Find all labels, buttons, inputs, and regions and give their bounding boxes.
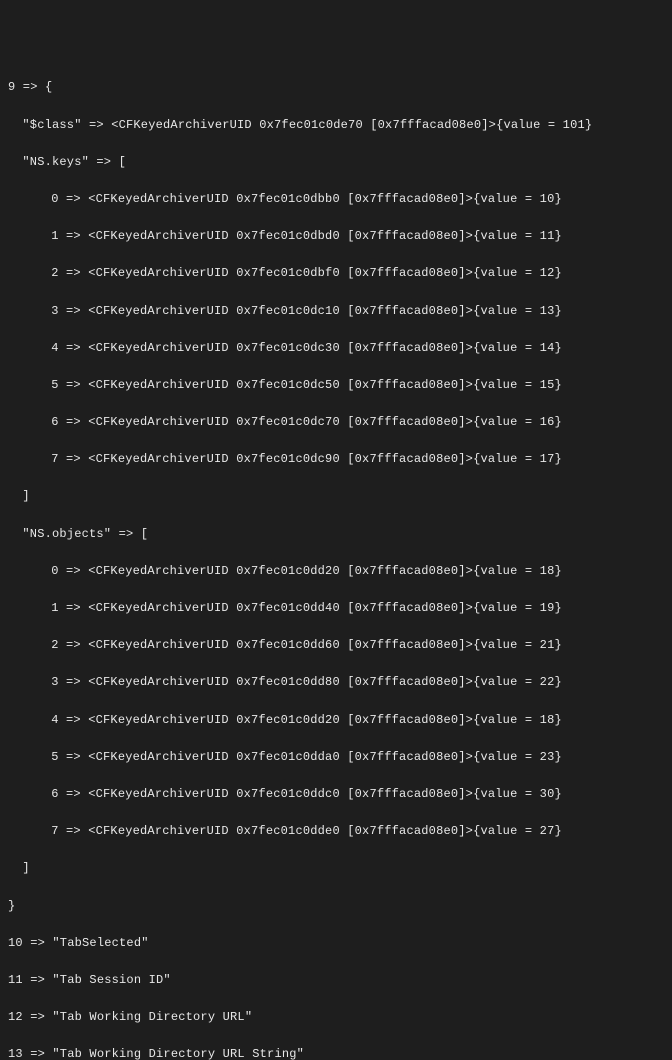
ns-objects-item: 7 => <CFKeyedArchiverUID 0x7fec01c0dde0 … [8, 822, 664, 841]
ns-objects-item: 3 => <CFKeyedArchiverUID 0x7fec01c0dd80 … [8, 673, 664, 692]
entry-line: 11 => "Tab Session ID" [8, 971, 664, 990]
ns-keys-item: 6 => <CFKeyedArchiverUID 0x7fec01c0dc70 … [8, 413, 664, 432]
class-line: "$class" => <CFKeyedArchiverUID 0x7fec01… [8, 116, 664, 135]
dict-open: 9 => { [8, 78, 664, 97]
ns-objects-item: 4 => <CFKeyedArchiverUID 0x7fec01c0dd20 … [8, 711, 664, 730]
entry-line: 10 => "TabSelected" [8, 934, 664, 953]
ns-objects-open: "NS.objects" => [ [8, 525, 664, 544]
ns-keys-item: 0 => <CFKeyedArchiverUID 0x7fec01c0dbb0 … [8, 190, 664, 209]
ns-keys-close: ] [8, 487, 664, 506]
ns-keys-item: 2 => <CFKeyedArchiverUID 0x7fec01c0dbf0 … [8, 264, 664, 283]
entry-line: 12 => "Tab Working Directory URL" [8, 1008, 664, 1027]
ns-keys-open: "NS.keys" => [ [8, 153, 664, 172]
ns-keys-item: 3 => <CFKeyedArchiverUID 0x7fec01c0dc10 … [8, 302, 664, 321]
ns-keys-item: 7 => <CFKeyedArchiverUID 0x7fec01c0dc90 … [8, 450, 664, 469]
ns-objects-item: 2 => <CFKeyedArchiverUID 0x7fec01c0dd60 … [8, 636, 664, 655]
ns-keys-item: 4 => <CFKeyedArchiverUID 0x7fec01c0dc30 … [8, 339, 664, 358]
ns-objects-item: 5 => <CFKeyedArchiverUID 0x7fec01c0dda0 … [8, 748, 664, 767]
dict-close: } [8, 897, 664, 916]
ns-keys-item: 1 => <CFKeyedArchiverUID 0x7fec01c0dbd0 … [8, 227, 664, 246]
ns-objects-close: ] [8, 859, 664, 878]
entry-line: 13 => "Tab Working Directory URL String" [8, 1045, 664, 1060]
ns-objects-item: 1 => <CFKeyedArchiverUID 0x7fec01c0dd40 … [8, 599, 664, 618]
ns-keys-item: 5 => <CFKeyedArchiverUID 0x7fec01c0dc50 … [8, 376, 664, 395]
ns-objects-item: 0 => <CFKeyedArchiverUID 0x7fec01c0dd20 … [8, 562, 664, 581]
ns-objects-item: 6 => <CFKeyedArchiverUID 0x7fec01c0ddc0 … [8, 785, 664, 804]
